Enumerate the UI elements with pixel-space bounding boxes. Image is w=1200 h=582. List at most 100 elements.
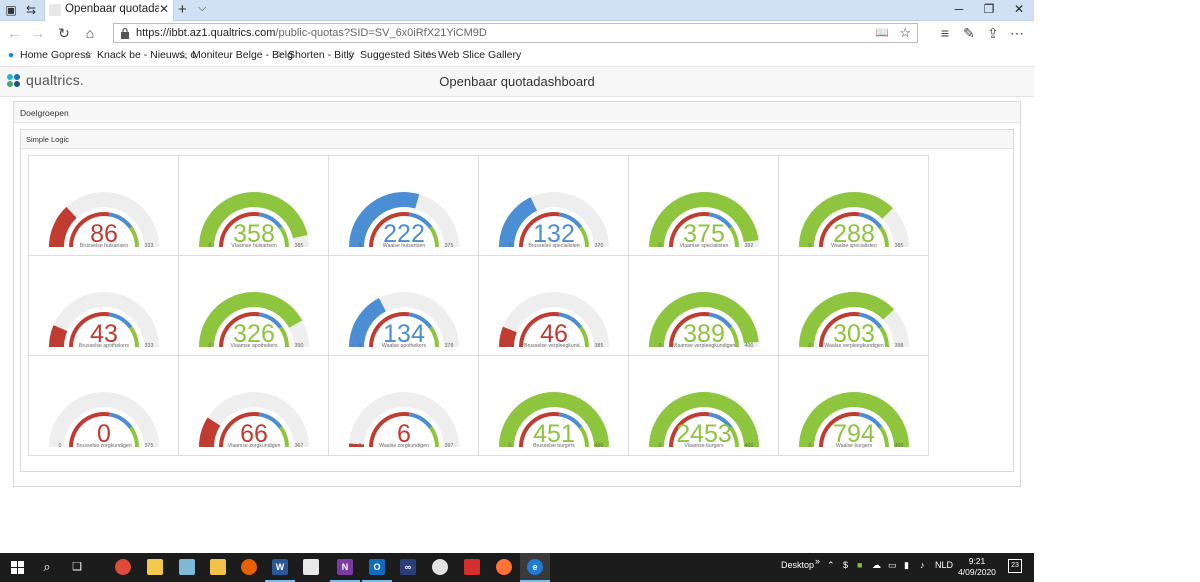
taskbar-file[interactable] bbox=[296, 553, 326, 582]
gauge-threshold-green bbox=[579, 426, 589, 448]
favorite-home-gopress[interactable]: ● Home Gopress bbox=[5, 49, 91, 61]
back-icon[interactable]: ← bbox=[6, 25, 22, 41]
set-tabs-aside-icon[interactable]: ⇆ bbox=[24, 3, 38, 17]
folder-icon bbox=[210, 559, 226, 575]
network-icon[interactable]: ▭ bbox=[888, 560, 897, 571]
tab-close-icon[interactable]: ✕ bbox=[159, 2, 169, 16]
lock-icon bbox=[121, 27, 129, 39]
taskbar-firefox[interactable] bbox=[234, 553, 264, 582]
new-tab-icon[interactable]: + bbox=[178, 1, 187, 18]
gauge-chart: 326Vlaamse apothekers0 390 bbox=[199, 292, 309, 349]
close-window-icon[interactable]: ✕ bbox=[1010, 2, 1028, 16]
gauge-min: 0 bbox=[209, 343, 212, 349]
search-icon: ⌕ bbox=[43, 559, 51, 574]
favorites-hub-icon[interactable]: ≡ bbox=[937, 25, 953, 41]
gauge-min: 0 bbox=[209, 443, 212, 449]
taskbar-chrome[interactable] bbox=[108, 553, 138, 582]
word-icon: W bbox=[272, 559, 288, 575]
forward-icon[interactable]: → bbox=[30, 25, 46, 41]
gauge-label: Brusselse zorgkundigen bbox=[76, 443, 131, 449]
quota-gauge: 389 Vlaamse verpleegkundigen 0 400 bbox=[628, 255, 779, 356]
minimize-icon[interactable]: ─ bbox=[950, 2, 968, 16]
taskbar-outlook[interactable]: O bbox=[362, 553, 392, 582]
gauge-chart: 66Vlaamse zorgkundigen0 367 bbox=[199, 392, 309, 449]
home-icon[interactable]: ⌂ bbox=[82, 25, 98, 41]
cloud-icon[interactable]: ☁ bbox=[872, 560, 881, 571]
refresh-icon[interactable]: ↻ bbox=[56, 25, 72, 41]
quota-gauge: 358 Vlaamse huisartsen 0 385 bbox=[178, 155, 329, 256]
gauge-max: 400 bbox=[595, 443, 604, 449]
gauge-threshold-green bbox=[429, 426, 439, 448]
app-tray-icon[interactable]: ■ bbox=[857, 560, 862, 570]
task-view-button[interactable]: ❏ bbox=[62, 553, 92, 582]
gauge-chart: 288Waalse specialisten0 385 bbox=[799, 192, 909, 249]
reading-view-icon[interactable]: 📖 bbox=[875, 26, 889, 39]
restore-icon[interactable]: ❐ bbox=[980, 2, 998, 16]
tab-list-chevron-icon[interactable]: ⌵ bbox=[198, 2, 206, 15]
taskbar-dev-app[interactable]: ∞ bbox=[393, 553, 423, 582]
taskbar-file-explorer[interactable] bbox=[203, 553, 233, 582]
show-hidden-icons-icon[interactable]: ⌃ bbox=[827, 560, 835, 571]
gauge-max: 397 bbox=[445, 443, 454, 449]
quota-gauge: 0 Brusselse zorgkundigen 0 375 bbox=[28, 355, 179, 456]
star-outline-icon: ☆ bbox=[274, 49, 284, 61]
start-button[interactable] bbox=[2, 553, 32, 582]
page-content: qualtrics. Openbaar quotadashboard Doelg… bbox=[0, 67, 1034, 553]
app-icon bbox=[179, 559, 195, 575]
battery-icon[interactable]: ▮ bbox=[904, 560, 909, 571]
toolbar-expand-icon[interactable]: » bbox=[815, 556, 820, 566]
tab-actions-icon[interactable]: ▣ bbox=[4, 3, 18, 17]
search-button[interactable]: ⌕ bbox=[32, 553, 62, 582]
gauge-threshold-green bbox=[279, 426, 289, 448]
navigation-bar: ← → ↻ ⌂ https://ibbt.az1.qualtrics.com/p… bbox=[0, 21, 1034, 46]
tab-active[interactable]: Openbaar quotadashbo ✕ bbox=[44, 0, 174, 21]
taskbar-app[interactable] bbox=[172, 553, 202, 582]
gauge-threshold-green bbox=[879, 426, 889, 448]
taskbar-word[interactable]: W bbox=[265, 553, 295, 582]
gauge-chart: 389Vlaamse verpleegkundigen0 400 bbox=[649, 292, 759, 349]
quota-gauge: 132 Brusselse specialisten 0 370 bbox=[478, 155, 629, 256]
share-icon[interactable]: ⇪ bbox=[985, 25, 1001, 41]
gauge-chart: 222Waalse huisartsen0 375 bbox=[349, 192, 459, 249]
money-icon[interactable]: $ bbox=[843, 560, 848, 570]
subsection-panel: Simple Logic 86 Brusselse huisartsen 0 333 3… bbox=[20, 129, 1014, 472]
language-indicator[interactable]: NLD bbox=[935, 560, 953, 570]
web-note-icon[interactable]: ✎ bbox=[961, 25, 977, 41]
gauge-chart: 358Vlaamse huisartsen0 385 bbox=[199, 192, 309, 249]
taskbar-firefox-2[interactable] bbox=[489, 553, 519, 582]
taskbar-security[interactable] bbox=[457, 553, 487, 582]
gauge-label: Brusselse apothekers bbox=[79, 343, 129, 349]
gauge-threshold-green bbox=[729, 226, 739, 248]
page-favicon-icon bbox=[49, 4, 61, 16]
desktop-toolbar-label[interactable]: Desktop bbox=[781, 560, 814, 570]
edge-icon: e bbox=[527, 559, 543, 575]
taskbar-edge[interactable]: e bbox=[520, 553, 550, 582]
gauge-min: 0 bbox=[59, 443, 62, 449]
favorite-star-icon[interactable]: ☆ bbox=[899, 25, 911, 41]
volume-icon[interactable]: ♪ bbox=[920, 560, 925, 570]
taskbar-camera[interactable] bbox=[425, 553, 455, 582]
taskbar-sticky-notes[interactable] bbox=[140, 553, 170, 582]
gauge-chart: 375Vlaamse specialisten0 392 bbox=[649, 191, 759, 249]
quota-gauge: 66 Vlaamse zorgkundigen 0 367 bbox=[178, 355, 329, 456]
firefox-icon bbox=[496, 559, 512, 575]
vs-icon: ∞ bbox=[400, 559, 416, 575]
quota-gauge: 326 Vlaamse apothekers 0 390 bbox=[178, 255, 329, 356]
section-title: Doelgroepen bbox=[14, 102, 1020, 123]
more-menu-icon[interactable]: ⋯ bbox=[1009, 25, 1025, 41]
gauge-min: 0 bbox=[809, 443, 812, 449]
gauge-min: 0 bbox=[509, 443, 512, 449]
taskbar-onenote[interactable]: N bbox=[330, 553, 360, 582]
clock-time: 9:21 bbox=[968, 556, 986, 566]
notification-center-icon[interactable]: 23 bbox=[1008, 559, 1022, 573]
address-bar[interactable]: https://ibbt.az1.qualtrics.com/public-qu… bbox=[113, 23, 918, 43]
onenote-icon: N bbox=[337, 559, 353, 575]
clock[interactable]: 9:21 4/09/2020 bbox=[955, 556, 999, 578]
star-outline-icon: ☆ bbox=[346, 49, 356, 61]
quota-gauge: 451 Brusselse burgers 0 400 bbox=[478, 355, 629, 456]
gauge-threshold-green bbox=[429, 226, 439, 248]
gauge-min: 0 bbox=[659, 243, 662, 249]
gauge-threshold-blue bbox=[108, 412, 133, 429]
favorite-bitly[interactable]: ☆ Shorten - Bitly bbox=[273, 49, 354, 61]
favorite-web-slice-gallery[interactable]: ☆ Web Slice Gallery bbox=[423, 49, 521, 61]
